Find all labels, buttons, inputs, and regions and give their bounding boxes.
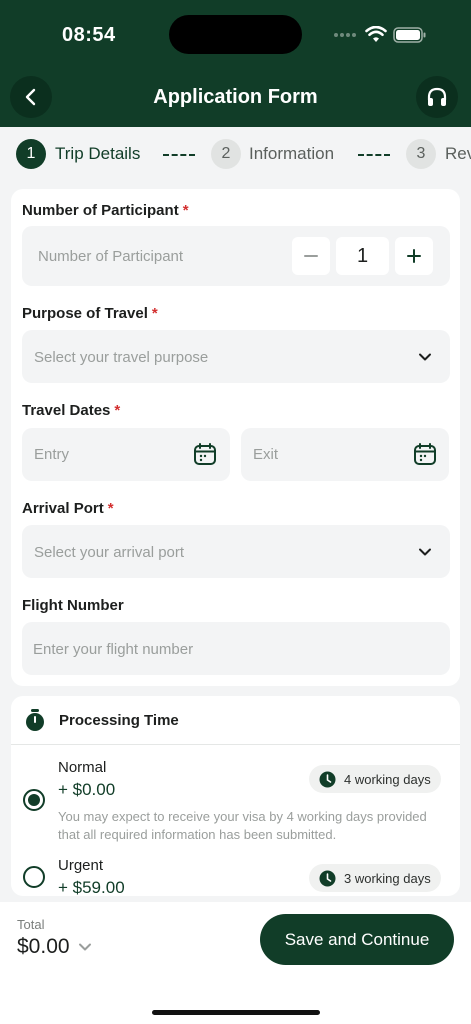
required-marker: * [182,202,189,219]
exit-date-placeholder: Exit [253,446,279,463]
normal-option-price: + $0.00 [58,780,116,799]
status-icons [333,24,427,46]
normal-radio[interactable] [23,789,45,811]
urgent-option-name[interactable]: Urgent [58,857,103,874]
chevron-down-icon [419,353,431,361]
step-2-label[interactable]: Information [249,144,334,164]
increment-button[interactable] [395,237,433,275]
total-label: Total [17,917,45,932]
dynamic-island [169,15,302,54]
step-connector [163,154,195,156]
normal-option-description: You may expect to receive your visa by 4… [58,809,427,842]
purpose-placeholder: Select your travel purpose [34,349,209,366]
step-1-number[interactable]: 1 [16,139,46,169]
calendar-icon[interactable] [413,442,437,466]
step-connector [358,154,390,156]
participants-label: Number of Participant * [22,202,189,219]
flight-number-placeholder: Enter your flight number [33,641,194,658]
flight-label: Flight Number [22,597,124,614]
divider [11,744,460,745]
urgent-duration-badge: 3 working days [309,864,441,892]
total-value: $0.00 [17,935,70,958]
wifi-icon [365,26,387,42]
support-button[interactable] [416,76,458,118]
required-marker: * [107,500,114,517]
clock-icon [319,771,336,787]
plus-icon [407,249,421,263]
total-breakdown-toggle[interactable]: $0.00 [17,935,92,959]
calendar-icon[interactable] [193,442,217,466]
minus-icon [304,255,318,257]
step-3-label[interactable]: Rev [445,144,471,164]
chevron-down-icon [419,548,431,556]
normal-duration-badge: 4 working days [309,765,441,793]
status-time: 08:54 [62,24,116,46]
step-2-number[interactable]: 2 [211,139,241,169]
processing-time-title: Processing Time [59,712,179,729]
arrival-label: Arrival Port * [22,500,114,517]
dates-label: Travel Dates * [22,402,121,419]
app-header: 08:54 Application Form [0,0,471,127]
purpose-label: Purpose of Travel * [22,305,158,322]
save-and-continue-button[interactable]: Save and Continue [260,914,454,965]
participants-count[interactable]: 1 [336,237,389,275]
required-marker: * [151,305,158,322]
battery-icon [393,27,426,43]
participants-placeholder: Number of Participant [38,248,184,265]
home-indicator [152,1010,320,1015]
entry-date-placeholder: Entry [34,446,70,463]
progress-stepper: 1 Trip Details 2 Information 3 Rev [0,127,471,179]
normal-option-name[interactable]: Normal [58,759,106,776]
page-title: Application Form [153,86,318,108]
urgent-option-price: + $59.00 [58,878,125,895]
decrement-button[interactable] [292,237,330,275]
headphones-icon [427,87,447,106]
arrival-port-placeholder: Select your arrival port [34,544,185,561]
required-marker: * [114,402,121,419]
step-3-number[interactable]: 3 [406,139,436,169]
clock-icon [319,870,336,886]
urgent-radio[interactable] [23,866,45,888]
stopwatch-icon [26,709,44,731]
step-1-label[interactable]: Trip Details [55,144,140,164]
signal-icon [334,33,356,37]
chevron-down-icon [78,943,91,951]
